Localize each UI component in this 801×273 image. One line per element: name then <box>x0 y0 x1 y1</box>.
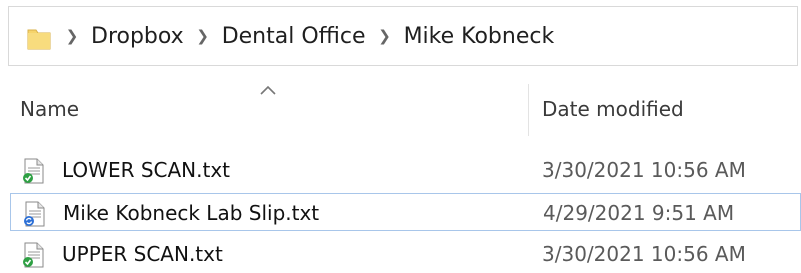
breadcrumb-item-dental-office[interactable]: Dental Office <box>222 24 366 49</box>
column-header-date-modified[interactable]: Date modified <box>542 97 684 121</box>
breadcrumb-item-dropbox[interactable]: Dropbox <box>91 24 184 49</box>
file-name[interactable]: UPPER SCAN.txt <box>62 242 223 266</box>
file-date-modified: 4/29/2021 9:51 AM <box>543 201 735 225</box>
folder-icon <box>27 29 51 50</box>
file-name[interactable]: Mike Kobneck Lab Slip.txt <box>63 201 319 225</box>
chevron-right-icon[interactable]: ❯ <box>196 27 210 45</box>
file-date-modified: 3/30/2021 10:56 AM <box>542 158 746 182</box>
column-divider[interactable] <box>528 84 529 136</box>
text-file-synced-icon <box>23 158 44 184</box>
file-date-modified: 3/30/2021 10:56 AM <box>542 242 746 266</box>
address-bar[interactable]: ❯ Dropbox ❯ Dental Office ❯ Mike Kobneck <box>8 6 798 66</box>
file-row[interactable]: Mike Kobneck Lab Slip.txt 4/29/2021 9:51… <box>10 193 801 231</box>
file-row[interactable]: UPPER SCAN.txt 3/30/2021 10:56 AM <box>10 235 801 273</box>
breadcrumb-item-mike-kobneck[interactable]: Mike Kobneck <box>404 24 555 49</box>
chevron-right-icon[interactable]: ❯ <box>65 27 79 45</box>
file-name[interactable]: LOWER SCAN.txt <box>62 158 230 182</box>
text-file-syncing-icon <box>24 201 45 227</box>
text-file-synced-icon <box>23 242 44 268</box>
chevron-right-icon[interactable]: ❯ <box>378 27 392 45</box>
file-row[interactable]: LOWER SCAN.txt 3/30/2021 10:56 AM <box>10 151 801 189</box>
column-header-name[interactable]: Name <box>20 97 79 121</box>
sort-ascending-icon <box>260 85 276 95</box>
breadcrumb: ❯ Dropbox ❯ Dental Office ❯ Mike Kobneck <box>65 7 555 65</box>
